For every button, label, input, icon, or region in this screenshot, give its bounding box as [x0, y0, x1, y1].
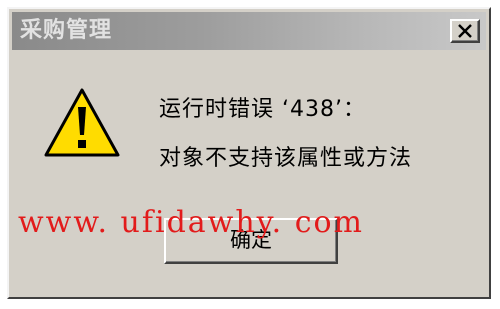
ok-button[interactable]: 确定 [164, 218, 338, 264]
dialog-titlebar[interactable]: 采购管理 [12, 12, 486, 50]
error-message-line-2: 对象不支持该属性或方法 [159, 146, 413, 171]
error-dialog: 采购管理 运行时错误 ‘438’： 对象不支持该属性或方法 确定 [7, 7, 491, 299]
close-icon [458, 24, 472, 38]
error-message-line-1: 运行时错误 ‘438’： [159, 97, 366, 122]
warning-triangle-icon [44, 88, 120, 157]
dialog-title: 采购管理 [20, 18, 113, 43]
close-button[interactable] [450, 19, 480, 43]
